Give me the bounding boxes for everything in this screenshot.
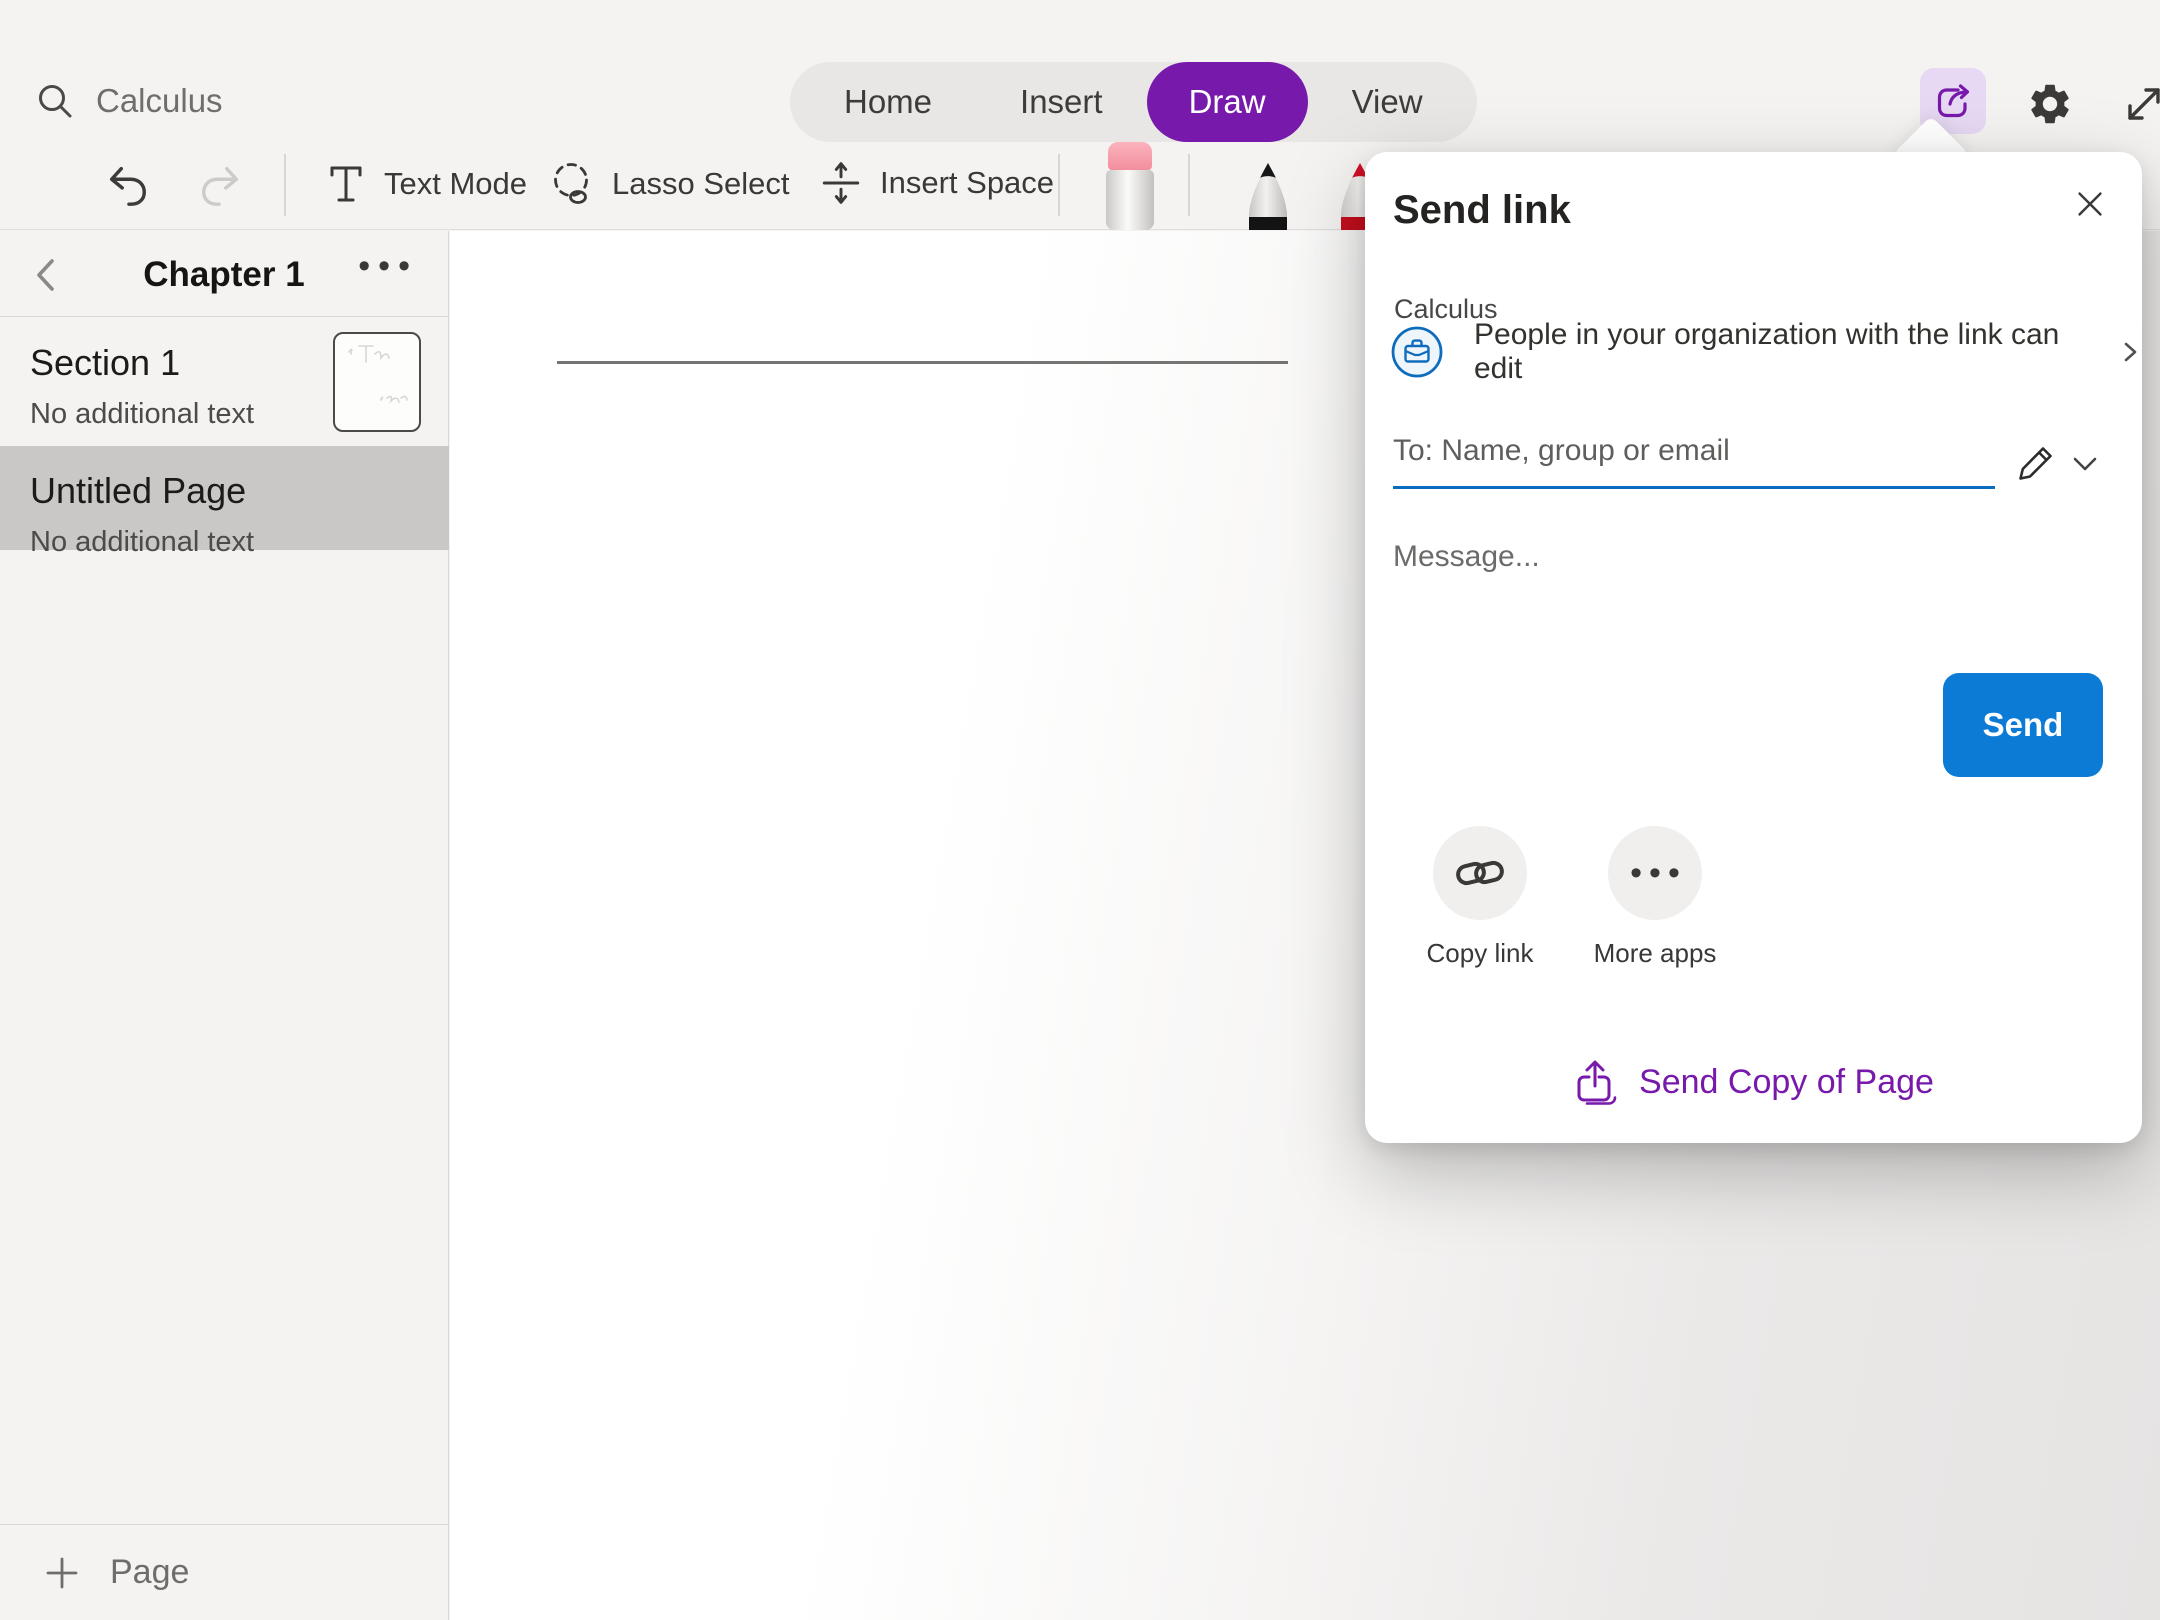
notebook-search[interactable]: Calculus — [34, 80, 223, 122]
text-mode-label: Text Mode — [384, 166, 527, 202]
redo-button[interactable] — [198, 162, 244, 208]
fullscreen-button[interactable] — [2120, 80, 2160, 128]
settings-button[interactable] — [2024, 78, 2076, 130]
search-icon — [34, 80, 76, 122]
lasso-select-label: Lasso Select — [612, 166, 790, 202]
tab-insert[interactable]: Insert — [976, 62, 1147, 142]
undo-icon — [104, 162, 150, 208]
insert-space-icon — [818, 160, 864, 206]
text-mode-button[interactable]: Text Mode — [324, 160, 527, 208]
page-item-untitled-page[interactable]: Untitled Page No additional text — [0, 446, 449, 550]
copy-link-button[interactable] — [1433, 826, 1527, 920]
link-permission-row[interactable]: People in your organization with the lin… — [1390, 324, 2142, 380]
eraser-tool[interactable] — [1106, 142, 1154, 230]
undo-button[interactable] — [104, 162, 150, 208]
send-link-dialog: Send link Calculus People in your organi… — [1365, 152, 2142, 1143]
lasso-select-button[interactable]: Lasso Select — [548, 160, 790, 208]
ribbon-tabbar: Home Insert Draw View — [790, 62, 1477, 142]
eraser-cap — [1108, 142, 1152, 170]
ribbon-divider — [284, 154, 286, 216]
gear-icon — [2026, 80, 2074, 128]
ribbon-divider — [1188, 154, 1190, 216]
tab-view[interactable]: View — [1308, 62, 1467, 142]
recipient-input[interactable] — [1393, 434, 1995, 468]
copy-link-icon — [1452, 845, 1508, 901]
page-thumbnail — [333, 332, 421, 432]
send-copy-label: Send Copy of Page — [1639, 1063, 1934, 1102]
redo-icon — [198, 162, 244, 208]
permission-label: People in your organization with the lin… — [1474, 318, 2088, 386]
recipient-field-wrap — [1393, 434, 1995, 489]
add-page-button[interactable]: Page — [0, 1524, 448, 1620]
page-item-section-1[interactable]: Section 1 No additional text — [0, 318, 449, 446]
page-item-subtitle: No additional text — [30, 526, 449, 559]
dialog-title: Send link — [1393, 188, 1571, 233]
add-page-label: Page — [110, 1553, 189, 1592]
more-apps-label: More apps — [1555, 938, 1755, 969]
share-icon — [1933, 81, 1973, 121]
plus-icon — [44, 1555, 80, 1591]
close-button[interactable] — [2068, 182, 2112, 226]
insert-space-label: Insert Space — [880, 165, 1054, 201]
pencil-icon — [2014, 441, 2058, 485]
send-copy-icon — [1573, 1058, 1617, 1106]
more-apps-button[interactable]: ••• — [1608, 826, 1702, 920]
lasso-select-icon — [548, 160, 596, 208]
message-input[interactable] — [1393, 540, 1953, 574]
text-mode-icon — [324, 160, 368, 208]
page-item-title: Untitled Page — [30, 470, 449, 512]
chevron-down-icon — [2070, 451, 2100, 477]
page-list-sidebar: Chapter 1 ••• Section 1 No additional te… — [0, 231, 449, 1620]
organization-icon — [1390, 325, 1444, 379]
tab-draw[interactable]: Draw — [1147, 62, 1308, 142]
close-icon — [2072, 186, 2108, 222]
send-copy-of-page-button[interactable]: Send Copy of Page — [1365, 1052, 2142, 1112]
black-pen-tool[interactable] — [1240, 161, 1296, 230]
copy-link-label: Copy link — [1380, 938, 1580, 969]
section-more-button[interactable]: ••• — [358, 247, 418, 286]
insert-space-button[interactable]: Insert Space — [818, 160, 1054, 206]
more-apps-icon: ••• — [1623, 854, 1687, 893]
tab-home[interactable]: Home — [800, 62, 976, 142]
page-title-underline — [557, 361, 1288, 364]
expand-icon — [2121, 81, 2160, 127]
ribbon-divider — [1058, 154, 1060, 216]
sidebar-header: Chapter 1 ••• — [0, 231, 448, 317]
chevron-right-icon — [2118, 337, 2142, 367]
notebook-title: Calculus — [96, 82, 223, 120]
message-field-wrap — [1393, 540, 1953, 574]
eraser-body — [1106, 170, 1154, 230]
edit-permission-button[interactable] — [2013, 440, 2059, 486]
send-button[interactable]: Send — [1943, 673, 2103, 777]
recipient-dropdown-button[interactable] — [2069, 450, 2101, 478]
